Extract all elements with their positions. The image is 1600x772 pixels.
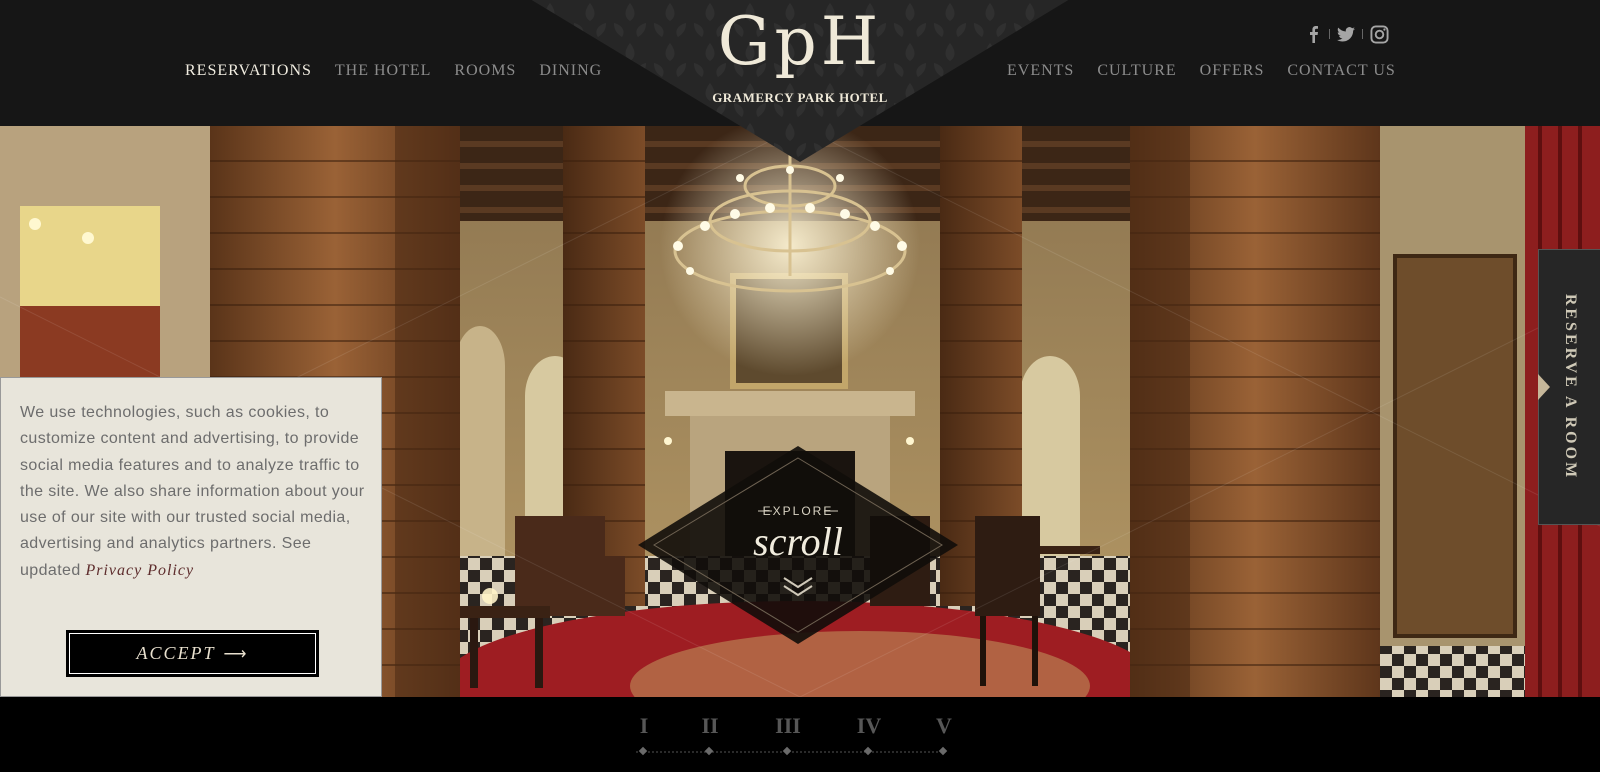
section-pager: I II III IV V — [0, 697, 1600, 772]
logo-monogram: GpH — [717, 3, 883, 80]
brand-logo[interactable]: GpH GRAMERCY PARK HOTEL — [690, 0, 910, 110]
cookie-message: We use technologies, such as cookies, to… — [20, 404, 365, 579]
nav-offers[interactable]: OFFERS — [1200, 62, 1265, 80]
social-links — [1302, 23, 1390, 45]
reserve-a-room-tab[interactable]: RESERVE A ROOM — [1538, 249, 1600, 525]
explore-label: EXPLORE — [762, 504, 834, 518]
cookie-text: We use technologies, such as cookies, to… — [20, 400, 370, 584]
pager-item-2[interactable]: II — [701, 713, 718, 739]
explore-scroll-word: scroll — [753, 519, 843, 564]
reserve-tab-label: RESERVE A ROOM — [1562, 293, 1579, 481]
social-divider — [1329, 29, 1330, 39]
instagram-icon[interactable] — [1368, 23, 1390, 45]
nav-contact-us[interactable]: CONTACT US — [1287, 62, 1395, 80]
nav-rooms[interactable]: ROOMS — [454, 62, 516, 80]
accept-cookies-button[interactable]: ACCEPT ⟶ — [66, 630, 319, 677]
pager-track — [636, 746, 948, 756]
privacy-policy-link[interactable]: Privacy Policy — [85, 562, 194, 579]
logo-hotel-name: GRAMERCY PARK HOTEL — [712, 90, 888, 105]
social-divider — [1362, 29, 1363, 39]
facebook-icon[interactable] — [1302, 23, 1324, 45]
pager-item-3[interactable]: III — [775, 713, 801, 739]
reserve-tab-notch — [1538, 374, 1550, 400]
accept-label: ACCEPT — [136, 643, 216, 663]
cookie-notice: We use technologies, such as cookies, to… — [0, 377, 382, 697]
nav-reservations[interactable]: RESERVATIONS — [185, 62, 312, 80]
nav-the-hotel[interactable]: THE HOTEL — [335, 62, 432, 80]
arrow-right-icon: ⟶ — [223, 645, 249, 663]
pager-item-5[interactable]: V — [936, 713, 952, 739]
explore-scroll-button[interactable]: EXPLORE scroll — [636, 444, 960, 646]
chevron-down-icon — [783, 577, 813, 597]
pager-item-4[interactable]: IV — [857, 713, 881, 739]
twitter-icon[interactable] — [1335, 23, 1357, 45]
nav-culture[interactable]: CULTURE — [1097, 62, 1176, 80]
pager-item-1[interactable]: I — [640, 713, 649, 739]
